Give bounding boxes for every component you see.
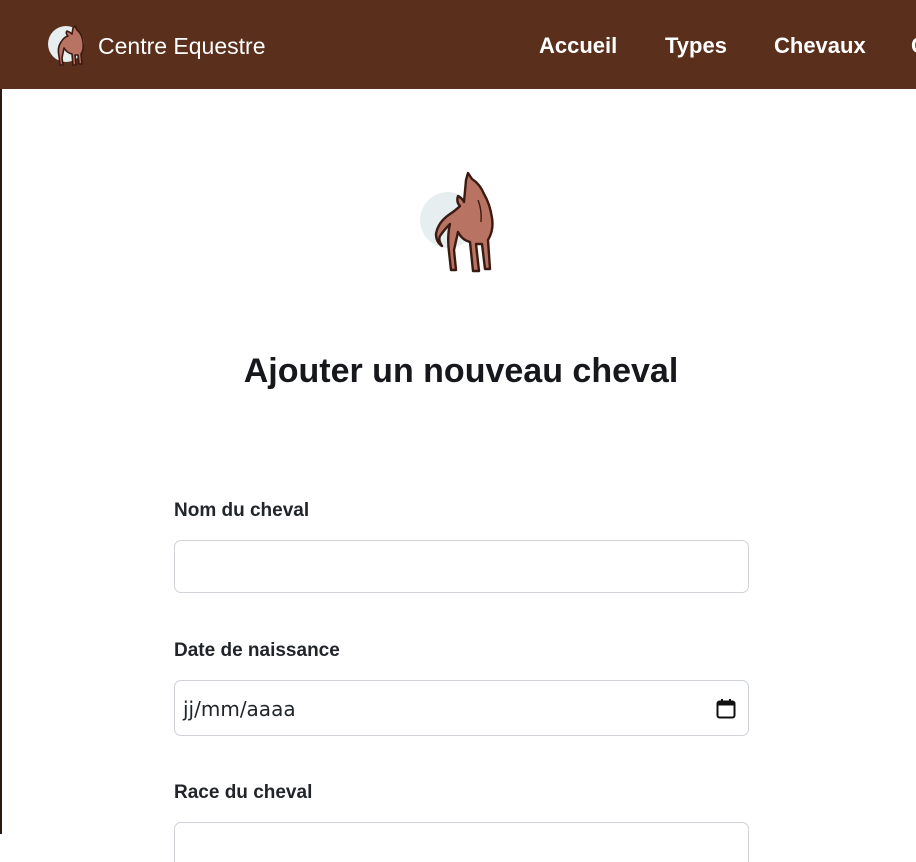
calendar-icon[interactable] — [716, 698, 736, 719]
add-horse-form: Nom du cheval Date de naissance jj/mm/aa… — [174, 496, 749, 862]
birthdate-field-label: Date de naissance — [174, 640, 340, 661]
nav-link-overflow[interactable]: C — [911, 26, 916, 66]
window-left-border — [0, 0, 2, 834]
horse-icon — [420, 171, 494, 273]
nav-link-accueil[interactable]: Accueil — [539, 26, 617, 66]
birthdate-placeholder: jj/mm/aaaa — [183, 697, 296, 721]
top-navbar: Centre Equestre Accueil Types Chevaux C — [0, 0, 916, 89]
horse-logo-icon — [48, 25, 85, 66]
field-group-breed: Race du cheval — [174, 778, 749, 862]
field-group-name: Nom du cheval — [174, 496, 749, 593]
nav-link-types[interactable]: Types — [665, 26, 727, 66]
name-field-label: Nom du cheval — [174, 500, 310, 521]
page-title: Ajouter un nouveau cheval — [243, 352, 679, 390]
nav-link-chevaux[interactable]: Chevaux — [774, 26, 866, 66]
field-group-birthdate: Date de naissance jj/mm/aaaa — [174, 636, 749, 736]
breed-field-label: Race du cheval — [174, 782, 313, 803]
brand-link[interactable]: Centre Equestre — [48, 24, 265, 68]
birthdate-field[interactable]: jj/mm/aaaa — [174, 680, 749, 736]
name-field[interactable] — [174, 540, 749, 593]
brand-name: Centre Equestre — [98, 33, 266, 59]
breed-field[interactable] — [174, 822, 749, 862]
